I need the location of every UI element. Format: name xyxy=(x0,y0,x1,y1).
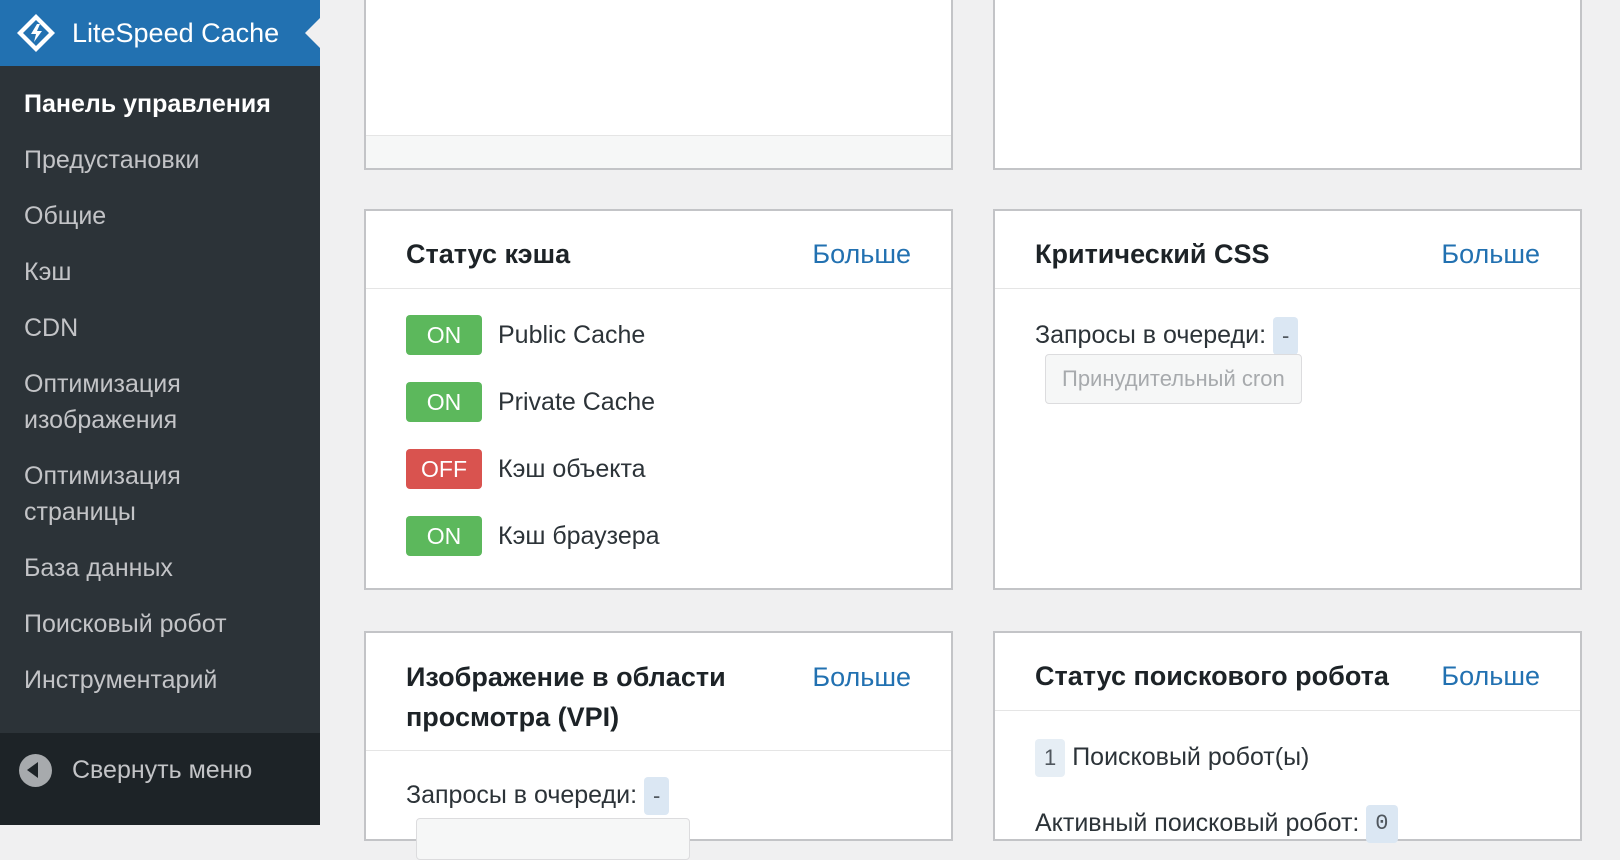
queue-label: Запросы в очереди: xyxy=(406,781,638,809)
queue-label: Запросы в очереди: xyxy=(1035,321,1267,349)
card-title: Изображение в области просмотра (VPI) xyxy=(406,662,726,732)
sidebar-item-cache[interactable]: Кэш xyxy=(0,254,320,290)
card-footer xyxy=(366,135,951,168)
more-link[interactable]: Больше xyxy=(1441,656,1540,696)
litespeed-logo-icon xyxy=(17,14,55,52)
vpi-card: Изображение в области просмотра (VPI) Бо… xyxy=(364,631,953,860)
top-right-card xyxy=(993,0,1582,170)
status-label: Кэш браузера xyxy=(498,522,660,550)
card-header: Статус кэша Больше xyxy=(366,211,951,289)
sidebar-item-image-optimization[interactable]: Оптимизация изображения xyxy=(0,366,238,438)
crawler-count-line: 1 Поисковый робот(ы) xyxy=(1035,739,1310,778)
sidebar-item-crawler[interactable]: Поисковый робот xyxy=(0,606,320,642)
sidebar-item-database[interactable]: База данных xyxy=(0,550,320,586)
status-badge: OFF xyxy=(406,449,482,489)
card-header: Изображение в области просмотра (VPI) Бо… xyxy=(366,633,951,751)
collapse-arrow-icon xyxy=(19,754,52,787)
active-crawler-label: Активный поисковый робот: xyxy=(1035,809,1360,837)
active-crawler-line: Активный поисковый робот: 0 xyxy=(1035,805,1398,844)
card-title: Статус кэша xyxy=(406,239,571,269)
status-label: Кэш объекта xyxy=(498,455,646,483)
card-title: Критический CSS xyxy=(1035,239,1270,269)
queue-line: Запросы в очереди: - xyxy=(406,777,670,816)
sidebar-item-page-optimization[interactable]: Оптимизация страницы xyxy=(0,458,238,530)
queue-count-badge: - xyxy=(1272,317,1299,356)
crawler-count-label: Поисковый робот(ы) xyxy=(1072,743,1310,771)
collapse-menu-label: Свернуть меню xyxy=(72,756,253,784)
active-crawler-badge: 0 xyxy=(1366,805,1398,844)
sidebar-item-dashboard[interactable]: Панель управления xyxy=(0,86,320,122)
card-header: Статус поискового робота Больше xyxy=(995,633,1580,711)
crawler-count-badge: 1 xyxy=(1035,739,1066,778)
queue-line: Запросы в очереди: - xyxy=(1035,317,1299,356)
status-badge: ON xyxy=(406,516,482,556)
card-header: Критический CSS Больше xyxy=(995,211,1580,289)
cache-status-card: Статус кэша Больше ON Public Cache ON Pr… xyxy=(364,209,953,590)
force-cron-button-partial[interactable] xyxy=(416,818,690,860)
status-badge: ON xyxy=(406,315,482,355)
sidebar-header[interactable]: LiteSpeed Cache xyxy=(0,0,320,66)
sidebar-item-cdn[interactable]: CDN xyxy=(0,310,320,346)
critical-css-card: Критический CSS Больше Запросы в очереди… xyxy=(993,209,1582,590)
sidebar-menu: Панель управления Предустановки Общие Кэ… xyxy=(0,86,320,718)
force-cron-button[interactable]: Принудительный cron xyxy=(1045,354,1302,404)
admin-sidebar: LiteSpeed Cache Панель управления Предус… xyxy=(0,0,320,825)
collapse-menu-button[interactable]: Свернуть меню xyxy=(0,733,320,825)
sidebar-item-toolbox[interactable]: Инструментарий xyxy=(0,662,320,698)
sidebar-item-general[interactable]: Общие xyxy=(0,198,320,234)
status-label: Public Cache xyxy=(498,321,646,349)
crawler-status-card: Статус поискового робота Больше 1 Поиско… xyxy=(993,631,1582,844)
more-link[interactable]: Больше xyxy=(812,234,911,274)
status-badge: ON xyxy=(406,382,482,422)
more-link[interactable]: Больше xyxy=(812,657,911,697)
active-menu-notch xyxy=(305,18,320,48)
more-link[interactable]: Больше xyxy=(1441,234,1540,274)
status-label: Private Cache xyxy=(498,388,656,416)
card-title: Статус поискового робота xyxy=(1035,661,1389,691)
queue-count-badge: - xyxy=(643,777,670,816)
sidebar-item-presets[interactable]: Предустановки xyxy=(0,142,320,178)
plugin-title: LiteSpeed Cache xyxy=(72,18,280,48)
top-left-card xyxy=(364,0,953,170)
